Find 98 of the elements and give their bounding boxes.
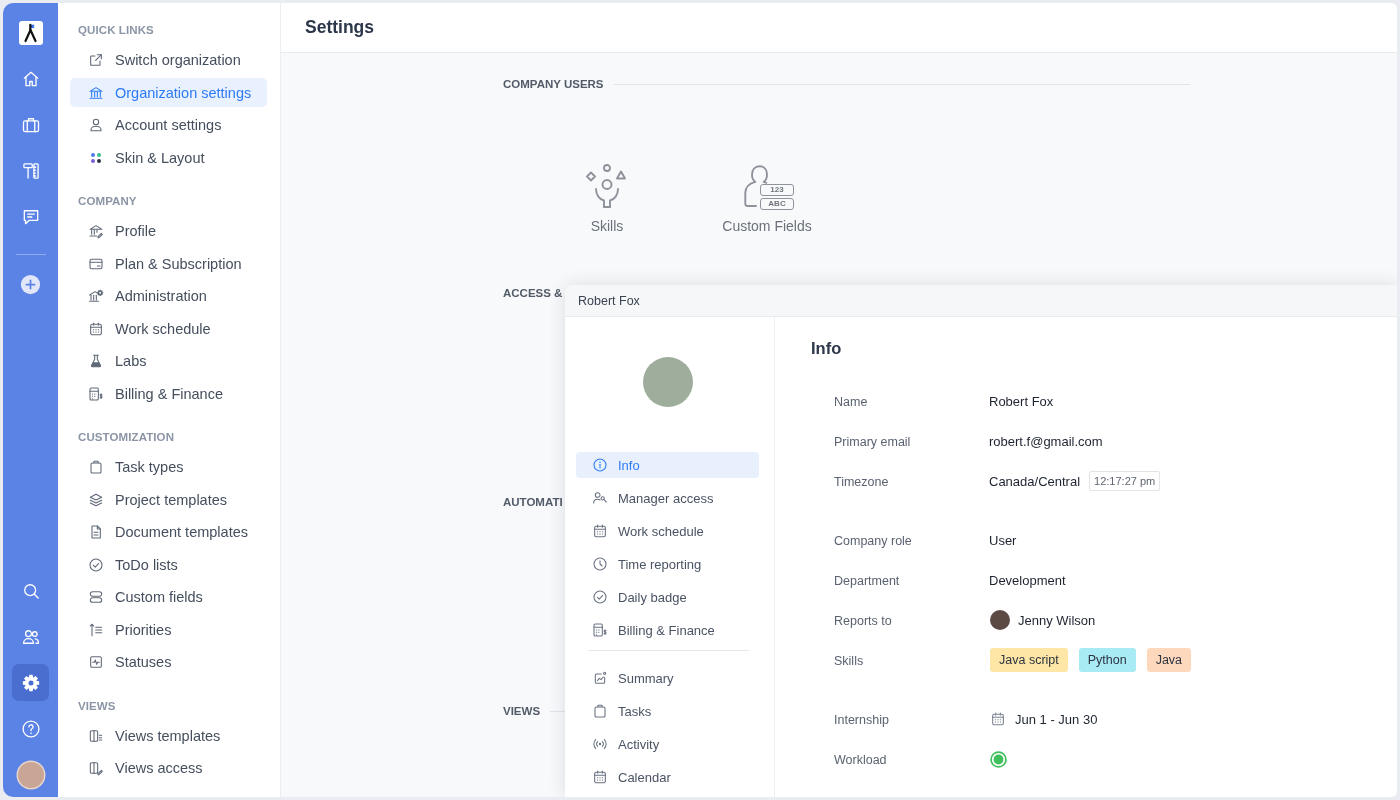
- user-avatar: [990, 610, 1010, 630]
- user-avatar[interactable]: [17, 761, 44, 788]
- panel-icon: [88, 727, 104, 744]
- sidebar-item[interactable]: Views templates: [70, 721, 267, 750]
- add-icon: [20, 274, 41, 295]
- person-magnifier-icon: [592, 490, 608, 506]
- field-label: Company role: [834, 534, 912, 548]
- field-label: Timezone: [834, 475, 889, 489]
- field-value: Jenny Wilson: [1018, 612, 1096, 628]
- skill-tag: Python: [1078, 648, 1136, 672]
- hammer-ruler-icon: [20, 160, 41, 181]
- icon-chip: ABC: [760, 198, 794, 210]
- field-value: Canada/Central: [989, 473, 1081, 489]
- panel-pen-icon: [88, 760, 104, 776]
- sidebar-item[interactable]: Work schedule: [70, 314, 267, 343]
- building-pen-icon: [88, 223, 104, 239]
- field-value: User: [989, 532, 1017, 548]
- sidebar-item[interactable]: Account settings: [70, 110, 267, 140]
- calculator-dollar-icon: [88, 385, 104, 402]
- sidebar-item[interactable]: Administration: [70, 281, 267, 311]
- field-value: Development: [989, 572, 1066, 588]
- panel-nav-item[interactable]: Manager access: [576, 485, 759, 511]
- settings-icon: [20, 672, 41, 693]
- sidebar-item[interactable]: Skin & Layout: [70, 143, 267, 172]
- panel-nav-item[interactable]: Summary: [576, 665, 759, 691]
- panel-nav-item[interactable]: Tasks: [576, 698, 759, 724]
- panel-nav-item[interactable]: Time reporting: [576, 551, 759, 577]
- clipboard-icon: [88, 459, 104, 475]
- panel-nav-item[interactable]: Info: [576, 452, 759, 478]
- section-title: VIEWS: [503, 704, 541, 718]
- flask-icon: [88, 353, 104, 369]
- sidebar-item[interactable]: Labs: [70, 346, 267, 376]
- field-label: Name: [834, 395, 868, 409]
- sidebar-item[interactable]: Billing & Finance: [70, 379, 267, 408]
- bank-icon: [88, 84, 104, 101]
- info-icon: [592, 457, 608, 473]
- tile-link[interactable]: Custom Fields: [722, 218, 812, 234]
- stacked-fields-icon: [88, 589, 104, 605]
- field-label: Skills: [834, 654, 864, 668]
- clipboard-icon: [592, 703, 608, 719]
- icon-chip: 123: [760, 184, 794, 196]
- panel-nav-item[interactable]: Activity: [576, 731, 759, 757]
- skill-tag: Java: [1146, 648, 1192, 672]
- section-heading: CUSTOMIZATION: [78, 431, 175, 443]
- user-icon: [88, 117, 104, 133]
- calendar-icon: [990, 711, 1006, 727]
- section-title: AUTOMATI: [503, 495, 563, 509]
- sidebar-item[interactable]: Switch organization: [70, 45, 267, 75]
- sidebar-item[interactable]: Task types: [70, 452, 267, 482]
- sidebar-item[interactable]: Custom fields: [70, 582, 267, 612]
- local-time: 12:17:27 pm: [1089, 471, 1161, 491]
- panel-title: Robert Fox: [578, 293, 640, 308]
- field-label: Department: [834, 574, 900, 588]
- panel-nav-item[interactable]: Billing & Finance: [576, 617, 759, 643]
- panel-nav-item[interactable]: Daily badge: [576, 584, 759, 610]
- section-title: ACCESS &: [503, 286, 563, 300]
- sort-list-icon: [88, 621, 104, 638]
- field-value: Jun 1 - Jun 30: [1015, 711, 1098, 727]
- page-title: Settings: [305, 17, 375, 38]
- field-label: Primary email: [834, 435, 911, 449]
- chart-icon: [592, 670, 608, 686]
- panel-nav-item[interactable]: Work schedule: [576, 518, 759, 544]
- field-value: robert.f@gmail.com: [989, 433, 1103, 449]
- user-avatar: [642, 357, 693, 407]
- help-icon: [20, 718, 41, 739]
- field-label: Reports to: [834, 614, 892, 628]
- skill-tag: Java script: [990, 648, 1068, 672]
- sidebar-item[interactable]: Statuses: [70, 647, 267, 677]
- calculator-dollar-icon: [592, 622, 608, 638]
- info-heading: Info: [811, 338, 842, 359]
- layers-icon: [88, 491, 104, 508]
- field-value: Robert Fox: [989, 393, 1054, 409]
- calendar-icon: [592, 769, 608, 785]
- sidebar-item[interactable]: Views access: [70, 753, 267, 783]
- panel-nav-item[interactable]: Calendar: [576, 764, 759, 790]
- sidebar-item[interactable]: Priorities: [70, 615, 267, 644]
- sidebar-item[interactable]: Profile: [70, 216, 267, 246]
- broadcast-icon: [592, 736, 608, 752]
- document-icon: [88, 524, 104, 540]
- sidebar-item[interactable]: Organization settings: [70, 78, 267, 107]
- section-heading: COMPANY: [78, 195, 137, 207]
- section-heading: VIEWS: [78, 699, 116, 712]
- sidebar-item[interactable]: Plan & Subscription: [70, 249, 267, 278]
- field-label: Internship: [834, 713, 889, 727]
- sidebar-item[interactable]: ToDo lists: [70, 550, 267, 579]
- tile-link[interactable]: Skills: [590, 218, 624, 234]
- calendar-icon: [88, 320, 104, 337]
- section-heading: QUICK LINKS: [78, 24, 154, 36]
- logo-icon: [18, 20, 43, 45]
- sidebar-item[interactable]: Project templates: [70, 485, 267, 514]
- section-title: COMPANY USERS: [503, 77, 604, 91]
- building-gear-icon: [88, 288, 104, 304]
- sidebar-item[interactable]: Document templates: [70, 517, 267, 547]
- field-label: Workload: [834, 753, 887, 767]
- rail-button[interactable]: [12, 664, 49, 701]
- external-link-icon: [88, 52, 104, 68]
- calendar-icon: [592, 523, 608, 539]
- clock-icon: [592, 556, 608, 572]
